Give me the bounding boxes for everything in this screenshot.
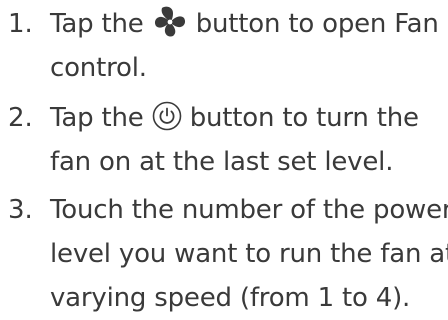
step-text: Touch the number of the power level you … (50, 188, 448, 320)
step-text-before-icon: Tap the (50, 9, 144, 39)
step-3: 3. Touch the number of the power level y… (0, 188, 448, 313)
step-text: Tap the button to open Fan control. (50, 2, 442, 90)
power-icon (152, 101, 182, 131)
instruction-steps: 1. Tap the button to open Fan control. 2… (0, 0, 448, 313)
step-1: 1. Tap the button to open Fan control. (0, 2, 448, 90)
step-number: 3. (8, 195, 33, 225)
step-text-before-icon: Tap the (50, 103, 144, 133)
step-2: 2. Tap the button to turn the fan on at … (0, 96, 448, 184)
step-text-after-icon: button to turn the (189, 103, 419, 133)
step-number: 1. (8, 9, 33, 39)
step-line: control. (50, 53, 147, 83)
step-text-after-icon: button to open Fan (195, 9, 439, 39)
step-number: 2. (8, 103, 33, 133)
step-line: varying speed (from 1 to 4). (50, 283, 411, 313)
step-line: level you want to run the fan at (50, 239, 448, 269)
step-line: fan on at the last set level. (50, 147, 394, 177)
fan-icon (152, 6, 188, 38)
step-line: Tap the button to turn the (50, 96, 442, 140)
step-text: Tap the button to turn the fan on at the… (50, 96, 442, 184)
step-line: Touch the number of the power (50, 195, 448, 225)
step-line: Tap the button to open Fan (50, 2, 442, 46)
